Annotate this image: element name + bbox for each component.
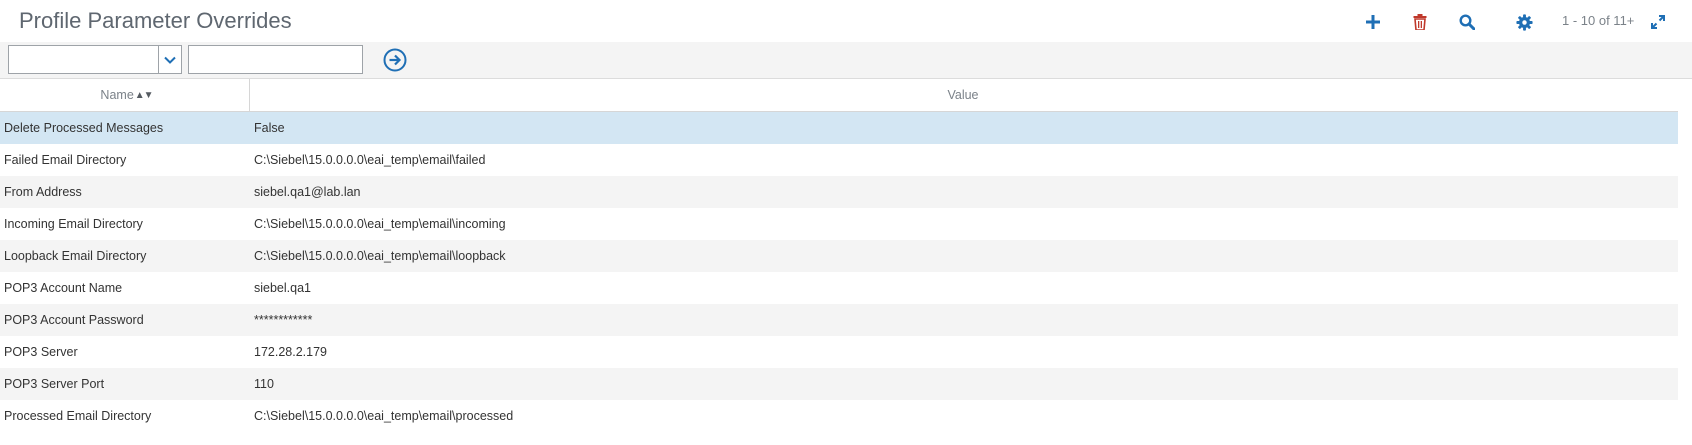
table-row[interactable]: Incoming Email Directory C:\Siebel\15.0.… (0, 208, 1692, 240)
table-row[interactable]: Failed Email Directory C:\Siebel\15.0.0.… (0, 144, 1692, 176)
name-cell[interactable]: POP3 Account Name (4, 272, 248, 304)
table-row[interactable]: POP3 Account Name siebel.qa1 (0, 272, 1692, 304)
name-cell[interactable]: From Address (4, 176, 248, 208)
query-value-input[interactable] (188, 45, 363, 74)
grid-scrollbar[interactable] (1678, 79, 1692, 445)
settings-menu-button[interactable] (1513, 11, 1535, 33)
name-cell[interactable]: Failed Email Directory (4, 144, 248, 176)
table-row[interactable]: POP3 Account Password ************ (0, 304, 1692, 336)
expand-icon (1651, 15, 1665, 29)
name-cell[interactable]: Incoming Email Directory (4, 208, 248, 240)
list-grid: Name ▲▼ Value Delete Processed Messages … (0, 79, 1692, 432)
value-cell[interactable]: False (254, 112, 1654, 144)
table-row[interactable]: POP3 Server 172.28.2.179 (0, 336, 1692, 368)
grid-header: Name ▲▼ Value (0, 79, 1692, 112)
table-row[interactable]: Loopback Email Directory C:\Siebel\15.0.… (0, 240, 1692, 272)
name-cell[interactable]: Loopback Email Directory (4, 240, 248, 272)
value-cell[interactable]: ************ (254, 304, 1654, 336)
new-record-button[interactable] (1362, 11, 1384, 33)
name-cell[interactable]: Delete Processed Messages (4, 112, 248, 144)
plus-icon (1365, 14, 1381, 30)
name-cell[interactable]: POP3 Server Port (4, 368, 248, 400)
column-header-value[interactable]: Value (252, 79, 1674, 111)
delete-record-button[interactable] (1409, 11, 1431, 33)
table-row[interactable]: Processed Email Directory C:\Siebel\15.0… (0, 400, 1692, 432)
query-bar (0, 42, 1692, 79)
query-field-select[interactable] (8, 45, 182, 74)
maximize-button[interactable] (1647, 11, 1669, 33)
name-cell[interactable]: POP3 Account Password (4, 304, 248, 336)
applet-header: Profile Parameter Overrides 1 - 10 of 11… (0, 0, 1692, 43)
value-cell[interactable]: siebel.qa1 (254, 272, 1654, 304)
dropdown-button[interactable] (158, 46, 181, 73)
name-cell[interactable]: POP3 Server (4, 336, 248, 368)
go-button[interactable] (383, 48, 407, 72)
table-row[interactable]: From Address siebel.qa1@lab.lan (0, 176, 1692, 208)
query-button[interactable] (1456, 11, 1478, 33)
value-cell[interactable]: 172.28.2.179 (254, 336, 1654, 368)
value-cell[interactable]: siebel.qa1@lab.lan (254, 176, 1654, 208)
record-count[interactable]: 1 - 10 of 11+ (1562, 13, 1634, 28)
sort-icon[interactable]: ▲▼ (135, 90, 154, 101)
page-title: Profile Parameter Overrides (19, 8, 292, 33)
value-cell[interactable]: C:\Siebel\15.0.0.0.0\eai_temp\email\fail… (254, 144, 1654, 176)
value-cell[interactable]: C:\Siebel\15.0.0.0.0\eai_temp\email\proc… (254, 400, 1654, 432)
column-header-label: Name (100, 88, 134, 102)
search-icon (1459, 14, 1475, 30)
table-row[interactable]: POP3 Server Port 110 (0, 368, 1692, 400)
trash-icon (1413, 14, 1427, 30)
value-cell[interactable]: C:\Siebel\15.0.0.0.0\eai_temp\email\loop… (254, 240, 1654, 272)
name-cell[interactable]: Processed Email Directory (4, 400, 248, 432)
column-header-name[interactable]: Name ▲▼ (4, 79, 250, 111)
arrow-right-circle-icon (383, 48, 407, 76)
value-cell[interactable]: C:\Siebel\15.0.0.0.0\eai_temp\email\inco… (254, 208, 1654, 240)
chevron-down-icon (164, 51, 176, 69)
table-row[interactable]: Delete Processed Messages False (0, 112, 1692, 144)
value-cell[interactable]: 110 (254, 368, 1654, 400)
gear-icon (1515, 13, 1533, 31)
column-header-label: Value (947, 88, 979, 102)
